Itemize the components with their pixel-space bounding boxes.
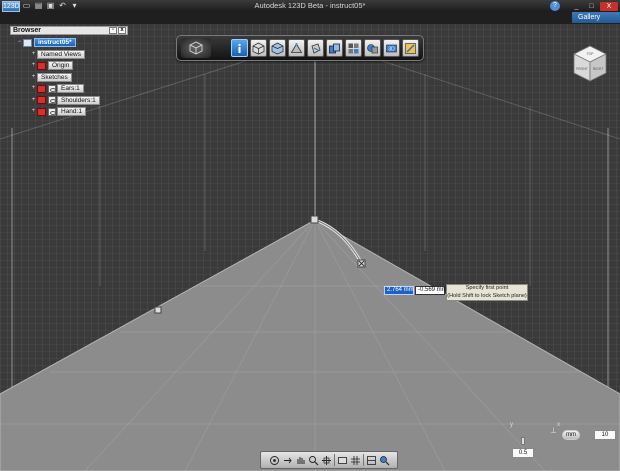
tree-item-label: Origin xyxy=(48,61,74,71)
tree-item-shoulders[interactable]: + Shoulders:1 xyxy=(10,95,128,107)
viewcube-top-label[interactable]: TOP xyxy=(587,52,595,56)
sketch-point-end[interactable] xyxy=(357,259,366,268)
measure-icon[interactable]: 3D xyxy=(383,39,400,57)
navigation-bar xyxy=(260,451,398,469)
tree-item-label: Sketches xyxy=(37,72,72,82)
minimize-button[interactable]: _ xyxy=(570,2,583,11)
expand-icon[interactable]: + xyxy=(30,97,37,104)
open-file-icon[interactable]: ▤ xyxy=(33,1,44,11)
app-menu-button[interactable]: 123D xyxy=(2,0,20,12)
component-icon xyxy=(48,107,56,116)
snap-size-field[interactable]: 0.5 xyxy=(512,448,534,458)
tree-item-sketches[interactable]: + Sketches xyxy=(10,72,128,84)
primitives-icon[interactable] xyxy=(250,39,267,57)
browser-close-button[interactable]: x xyxy=(118,27,126,34)
visibility-off-icon[interactable] xyxy=(37,84,46,93)
browser-tree: − instruct05* + Named Views + Origin + S… xyxy=(10,35,128,118)
tooltip-line-1: Specify first point xyxy=(465,285,509,291)
nav-separator xyxy=(334,454,335,466)
units-button[interactable]: mm xyxy=(562,430,580,440)
view-cube[interactable]: TOP FRONT RIGHT xyxy=(570,44,610,84)
expand-icon[interactable]: + xyxy=(30,74,37,81)
zoom-icon[interactable] xyxy=(308,454,319,466)
toolbar-logo-icon xyxy=(181,38,211,58)
snap-axis-icon: ⊥ xyxy=(550,426,557,435)
gallery-tab[interactable]: Gallery xyxy=(572,12,620,23)
combine-icon[interactable] xyxy=(364,39,381,57)
help-icon[interactable]: ? xyxy=(550,1,560,11)
visibility-off-icon[interactable] xyxy=(37,107,46,116)
ribbon-strip xyxy=(0,12,620,24)
viewcube-front-label[interactable]: FRONT xyxy=(576,67,588,71)
sketch-icon[interactable] xyxy=(269,39,286,57)
modify-icon[interactable] xyxy=(307,39,324,57)
main-toolbar: 3D xyxy=(176,35,424,61)
tree-item-named-views[interactable]: + Named Views xyxy=(10,49,128,61)
new-file-icon[interactable]: ▭ xyxy=(21,1,32,11)
grid-size-field[interactable]: 10 xyxy=(594,430,616,440)
window-title: Autodesk 123D Beta - instruct05* xyxy=(254,1,366,10)
expand-icon[interactable]: + xyxy=(30,51,37,58)
tooltip: Specify first point (Hold Shift to lock … xyxy=(446,284,528,301)
tree-item-label: Ears:1 xyxy=(57,84,84,94)
tree-item-hand[interactable]: + Hand:1 xyxy=(10,106,128,118)
visual-style-icon[interactable] xyxy=(337,454,348,466)
component-icon xyxy=(48,84,56,93)
tree-item-label: Named Views xyxy=(37,49,85,59)
browser-header: Browser ▫ x xyxy=(10,26,128,35)
pan-icon[interactable] xyxy=(295,454,306,466)
orbit-icon[interactable] xyxy=(269,454,280,466)
maximize-button[interactable]: □ xyxy=(585,2,598,11)
grouping-icon[interactable] xyxy=(345,39,362,57)
tree-item-label: instruct05* xyxy=(34,38,76,48)
nav-separator xyxy=(363,454,364,466)
y-dimension-input[interactable]: -0.569 mm xyxy=(415,286,447,295)
visibility-off-icon[interactable] xyxy=(37,61,46,70)
browser-panel: Browser ▫ x − instruct05* + Named Views … xyxy=(10,26,128,118)
snap-controls: y x ⊥ mm 10 0.5 xyxy=(500,420,618,462)
browser-pin-button[interactable]: ▫ xyxy=(109,27,117,34)
construct-icon[interactable] xyxy=(288,39,305,57)
tree-item-label: Shoulders:1 xyxy=(57,95,100,105)
grid-toggle-icon[interactable] xyxy=(350,454,361,466)
window-controls: _ □ X xyxy=(570,0,618,12)
browser-title: Browser xyxy=(13,27,42,34)
material-icon[interactable] xyxy=(402,39,419,57)
expand-icon[interactable]: + xyxy=(30,62,37,69)
close-button[interactable]: X xyxy=(600,1,618,11)
undo-icon[interactable]: ↶ xyxy=(57,1,68,11)
expand-icon[interactable]: + xyxy=(30,85,37,92)
tree-item-root[interactable]: − instruct05* xyxy=(10,37,128,49)
tree-item-label: Hand:1 xyxy=(57,107,86,117)
pattern-icon[interactable] xyxy=(326,39,343,57)
info-icon[interactable] xyxy=(231,39,248,57)
visibility-off-icon[interactable] xyxy=(37,96,46,105)
undo-dropdown-icon[interactable]: ▾ xyxy=(69,1,80,11)
look-at-icon[interactable] xyxy=(282,454,293,466)
fit-icon[interactable] xyxy=(321,454,332,466)
snap-slider-handle[interactable] xyxy=(521,437,525,445)
layout-icon[interactable] xyxy=(366,454,377,466)
y-axis-label: y xyxy=(510,422,513,428)
title-bar: 123D ▭ ▤ ▣ ↶ ▾ Autodesk 123D Beta - inst… xyxy=(0,0,620,12)
svg-text:3D: 3D xyxy=(388,46,395,52)
x-axis-label: x xyxy=(557,422,560,428)
tree-item-ears[interactable]: + Ears:1 xyxy=(10,83,128,95)
collapse-icon[interactable]: − xyxy=(16,39,23,46)
viewcube-right-label[interactable]: RIGHT xyxy=(593,67,604,71)
search-icon[interactable] xyxy=(379,454,390,466)
quick-access-toolbar: 123D ▭ ▤ ▣ ↶ ▾ xyxy=(0,0,80,12)
design-icon xyxy=(23,38,32,47)
component-icon xyxy=(48,96,56,105)
expand-icon[interactable]: + xyxy=(30,108,37,115)
save-icon[interactable]: ▣ xyxy=(45,1,56,11)
tooltip-line-2: (Hold Shift to lock Sketch plane) xyxy=(447,292,527,299)
origin-point[interactable] xyxy=(154,306,162,314)
tree-item-origin[interactable]: + Origin xyxy=(10,60,128,72)
sketch-point-start[interactable] xyxy=(310,215,319,224)
x-dimension-input[interactable]: 2.764 mm xyxy=(384,286,414,295)
